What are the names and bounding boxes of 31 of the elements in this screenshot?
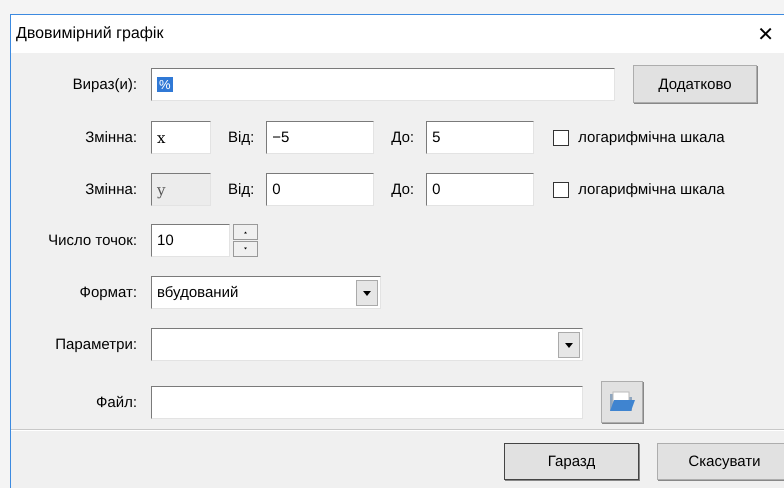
field-label: Вираз(и):: [72, 76, 137, 92]
dialog-button[interactable]: Скасувати: [657, 443, 784, 480]
field-label: Файл:: [94, 394, 137, 410]
from-field[interactable]: −5: [266, 121, 374, 154]
field-label: Від:: [228, 181, 254, 198]
checkbox-label: логарифмічна шкала: [578, 129, 725, 146]
advanced-button[interactable]: Додатково: [633, 65, 757, 103]
file-field[interactable]: [151, 386, 583, 418]
spin-up-icon[interactable]: [233, 224, 258, 240]
field-value: %: [157, 76, 173, 92]
dialog-button[interactable]: Гаразд: [504, 443, 639, 480]
checkbox[interactable]: [553, 130, 570, 146]
field-label: Параметри:: [54, 336, 137, 353]
field-label: Від:: [228, 129, 254, 146]
field-label: Число точок:: [47, 232, 137, 249]
field-label: До:: [391, 181, 414, 198]
field-label: Формат:: [78, 284, 137, 301]
field-label: Змінна:: [84, 129, 137, 146]
parameters-dropdown[interactable]: [151, 328, 583, 361]
close-button[interactable]: ✕: [749, 22, 782, 46]
field-label: Змінна:: [84, 181, 137, 198]
spin-down-icon[interactable]: [233, 241, 258, 257]
format-dropdown[interactable]: вбудований: [151, 276, 381, 309]
expression-field[interactable]: %: [151, 68, 615, 100]
to-field[interactable]: 5: [426, 121, 534, 154]
checkbox-label: логарифмічна шкала: [578, 181, 725, 198]
variable-field[interactable]: x: [151, 121, 211, 154]
points-field[interactable]: 10: [151, 224, 230, 257]
browse-button[interactable]: [601, 381, 643, 423]
window-title: Двовимірний графік: [16, 25, 164, 43]
field-label: До:: [391, 129, 414, 146]
